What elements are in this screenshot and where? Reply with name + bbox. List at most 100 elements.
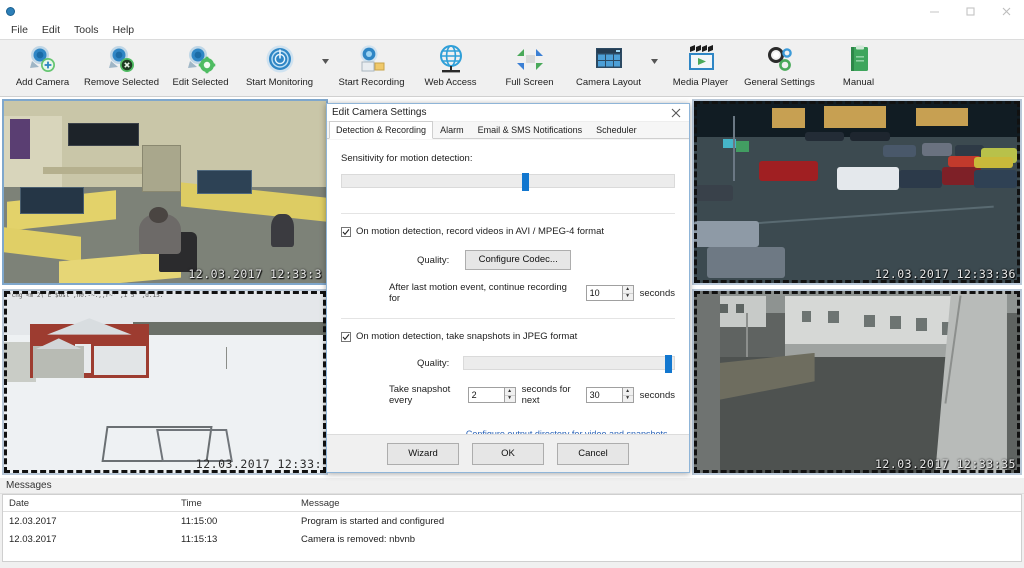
main-toolbar: Add Camera Remove Selected <box>0 39 1024 97</box>
toolbar-label: Media Player <box>673 77 728 88</box>
ok-button[interactable]: OK <box>472 443 544 465</box>
tab-scheduler[interactable]: Scheduler <box>589 121 644 139</box>
title-bar <box>0 0 1024 22</box>
take-snapshots-checkbox-row[interactable]: On motion detection, take snapshots in J… <box>341 331 675 342</box>
window-controls <box>916 0 1024 22</box>
snapshot-duration-arrows[interactable]: ▲ ▼ <box>622 387 634 403</box>
toolbar-button-start-monitoring[interactable]: Start Monitoring <box>240 40 319 96</box>
toolbar-button-camera-layout[interactable]: Camera Layout <box>569 40 648 96</box>
continue-recording-arrows[interactable]: ▲ ▼ <box>622 285 634 301</box>
video-quality-label: Quality: <box>417 255 449 266</box>
toolbar-label: General Settings <box>744 77 815 88</box>
stepper-down-icon[interactable]: ▼ <box>505 396 515 403</box>
cell-date: 12.03.2017 <box>3 534 175 545</box>
menu-file[interactable]: File <box>4 23 35 38</box>
toolbar-button-edit-selected[interactable]: Edit Selected <box>161 40 240 96</box>
tab-email-sms-notifications[interactable]: Email & SMS Notifications <box>471 121 590 139</box>
camera-overlay-text: "chg <m 2( E $osl ,h0.-~.,,r~' ,1 5" ,d.… <box>8 292 163 299</box>
toolbar-label: Add Camera <box>16 77 69 88</box>
snapshot-every-arrows[interactable]: ▲ ▼ <box>504 387 516 403</box>
app-icon <box>0 0 20 22</box>
sensitivity-slider[interactable] <box>341 174 675 188</box>
camera-layout-dropdown-caret[interactable] <box>648 40 661 96</box>
start-monitoring-dropdown-caret[interactable] <box>319 40 332 96</box>
messages-panel: Messages Date Time Message 12.03.2017 11… <box>0 478 1024 568</box>
dialog-footer: Wizard OK Cancel <box>327 434 689 472</box>
start-recording-icon <box>355 43 389 77</box>
wizard-button[interactable]: Wizard <box>387 443 459 465</box>
toolbar-label: Full Screen <box>505 77 553 88</box>
messages-header-row: Date Time Message <box>3 495 1021 512</box>
camera-timestamp: 12.03.2017 12:33: <box>196 457 322 471</box>
snapshot-duration-input[interactable] <box>586 387 622 403</box>
camera-image-courtyard <box>694 291 1020 473</box>
toolbar-button-remove-selected[interactable]: Remove Selected <box>82 40 161 96</box>
camera-view-parking-lot[interactable]: 12.03.2017 12:33:36 <box>692 99 1022 285</box>
toolbar-label: Start Recording <box>338 77 404 88</box>
stepper-down-icon[interactable]: ▼ <box>623 396 633 403</box>
continue-recording-row: After last motion event, continue record… <box>341 282 675 304</box>
toolbar-button-full-screen[interactable]: Full Screen <box>490 40 569 96</box>
record-video-checkbox[interactable] <box>341 227 351 237</box>
snapshot-quality-slider[interactable] <box>463 356 675 370</box>
menu-tools[interactable]: Tools <box>67 23 106 38</box>
continue-recording-stepper[interactable]: ▲ ▼ <box>586 285 634 301</box>
remove-camera-icon <box>105 43 139 77</box>
dialog-tab-strip: Detection & Recording Alarm Email & SMS … <box>327 122 689 139</box>
sensitivity-label: Sensitivity for motion detection: <box>341 153 675 164</box>
configure-codec-button[interactable]: Configure Codec... <box>465 250 571 270</box>
camera-image-control-room <box>4 101 326 283</box>
tab-alarm[interactable]: Alarm <box>433 121 471 139</box>
toolbar-label: Start Monitoring <box>246 77 313 88</box>
cancel-button[interactable]: Cancel <box>557 443 629 465</box>
snapshot-duration-stepper[interactable]: ▲ ▼ <box>586 387 634 403</box>
toolbar-label: Remove Selected <box>84 77 159 88</box>
menu-bar: File Edit Tools Help <box>0 22 1024 39</box>
snapshot-quality-label: Quality: <box>417 358 449 369</box>
snapshot-every-stepper[interactable]: ▲ ▼ <box>468 387 516 403</box>
close-button[interactable] <box>988 0 1024 22</box>
column-header-message[interactable]: Message <box>295 495 1021 511</box>
maximize-button[interactable] <box>952 0 988 22</box>
dialog-close-button[interactable] <box>665 104 687 121</box>
table-row[interactable]: 12.03.2017 11:15:13 Camera is removed: n… <box>3 530 1021 548</box>
toolbar-label: Manual <box>843 77 874 88</box>
toolbar-button-add-camera[interactable]: Add Camera <box>3 40 82 96</box>
stepper-down-icon[interactable]: ▼ <box>623 294 633 301</box>
record-video-checkbox-row[interactable]: On motion detection, record videos in AV… <box>341 226 675 237</box>
column-header-time[interactable]: Time <box>175 495 295 511</box>
take-snapshots-label: On motion detection, take snapshots in J… <box>356 331 577 342</box>
tab-detection-recording[interactable]: Detection & Recording <box>329 121 433 139</box>
edit-camera-settings-dialog: Edit Camera Settings Detection & Recordi… <box>326 103 690 473</box>
camera-view-snow-yard[interactable]: "chg <m 2( E $osl ,h0.-~.,,r~' ,1 5" ,d.… <box>2 289 328 475</box>
minimize-button[interactable] <box>916 0 952 22</box>
column-header-date[interactable]: Date <box>3 495 175 511</box>
toolbar-button-media-player[interactable]: Media Player <box>661 40 740 96</box>
messages-panel-title: Messages <box>0 478 1024 494</box>
snapshot-quality-row: Quality: <box>341 356 675 370</box>
camera-image-parking-lot <box>694 101 1020 283</box>
toolbar-button-manual[interactable]: Manual <box>819 40 898 96</box>
media-player-icon <box>684 43 718 77</box>
menu-help[interactable]: Help <box>106 23 142 38</box>
table-row[interactable]: 12.03.2017 11:15:00 Program is started a… <box>3 512 1021 530</box>
application-window: File Edit Tools Help Add Camera <box>0 0 1024 568</box>
toolbar-button-start-recording[interactable]: Start Recording <box>332 40 411 96</box>
camera-timestamp: 12.03.2017 12:33:36 <box>875 267 1016 281</box>
toolbar-button-general-settings[interactable]: General Settings <box>740 40 819 96</box>
toolbar-button-web-access[interactable]: Web Access <box>411 40 490 96</box>
toolbar-label: Camera Layout <box>576 77 641 88</box>
snapshot-quality-slider-thumb[interactable] <box>665 355 672 373</box>
menu-edit[interactable]: Edit <box>35 23 67 38</box>
sensitivity-slider-thumb[interactable] <box>522 173 529 191</box>
camera-view-courtyard[interactable]: 12.03.2017 12:33:35 <box>692 289 1022 475</box>
camera-view-control-room[interactable]: 12.03.2017 12:33:3 <box>2 99 328 285</box>
snapshot-every-label: Take snapshot every <box>389 384 462 406</box>
snapshot-interval-row: Take snapshot every ▲ ▼ seconds for next… <box>341 384 675 406</box>
cell-message: Camera is removed: nbvnb <box>295 534 1021 545</box>
dialog-body: Sensitivity for motion detection: On mot… <box>327 140 689 434</box>
continue-recording-input[interactable] <box>586 285 622 301</box>
take-snapshots-checkbox[interactable] <box>341 332 351 342</box>
fullscreen-arrows-icon <box>513 43 547 77</box>
snapshot-every-input[interactable] <box>468 387 504 403</box>
